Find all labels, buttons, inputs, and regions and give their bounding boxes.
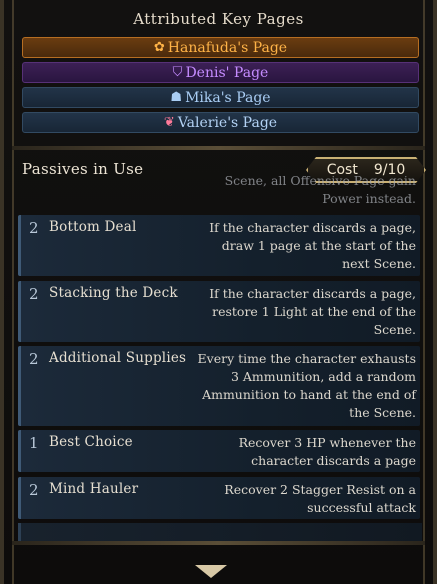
passive-name: Bottom Deal xyxy=(49,219,137,235)
section-divider xyxy=(12,146,425,150)
passive-card-stacking-the-deck[interactable]: 2 Stacking the Deck If the character dis… xyxy=(18,281,420,342)
passive-name: Mind Hauler xyxy=(49,481,139,497)
attributed-key-pages-title: Attributed Key Pages xyxy=(133,10,304,28)
shield-emblem-icon: ⛉ xyxy=(172,65,183,80)
passive-cost: 1 xyxy=(29,434,39,452)
key-page-hanafuda[interactable]: ✿ Hanafuda's Page xyxy=(22,37,419,58)
scrolled-passive-desc: Scene, all Offensive Page gain Power ins… xyxy=(224,173,416,206)
passive-card-mind-hauler[interactable]: 2 Mind Hauler Recover 2 Stagger Resist o… xyxy=(18,477,420,519)
flower-emblem-icon: ❦ xyxy=(163,115,175,130)
frame-trim-right xyxy=(423,0,425,584)
passive-description: Recover 3 HP whenever the character disc… xyxy=(238,435,416,468)
key-page-mika[interactable]: ☗ Mika's Page xyxy=(22,87,419,108)
passive-cost: 2 xyxy=(29,481,39,499)
bottom-divider xyxy=(12,541,425,545)
passive-card-partial xyxy=(18,523,422,541)
key-page-label: Denis' Page xyxy=(185,64,269,81)
key-page-denis[interactable]: ⛉ Denis' Page xyxy=(22,62,419,83)
passive-card-bottom-deal[interactable]: 2 Bottom Deal If the character discards … xyxy=(18,215,420,276)
passive-card-best-choice[interactable]: 1 Best Choice Recover 3 HP whenever the … xyxy=(18,430,420,472)
passive-cost: 2 xyxy=(29,285,39,303)
key-page-label: Hanafuda's Page xyxy=(167,39,288,56)
mask-emblem-icon: ☗ xyxy=(170,90,183,105)
passive-name: Stacking the Deck xyxy=(49,285,178,301)
passive-description: If the character discards a page, draw 1… xyxy=(209,220,416,271)
passive-name: Best Choice xyxy=(49,434,133,450)
passive-description: Recover 2 Stagger Resist on a successful… xyxy=(224,482,416,515)
passive-card-additional-supplies[interactable]: 2 Additional Supplies Every time the cha… xyxy=(18,346,420,426)
frame-trim-left xyxy=(12,0,14,584)
passive-description: If the character discards a page, restor… xyxy=(209,286,416,337)
passive-description: Every time the character exhausts 3 Ammu… xyxy=(197,351,416,420)
hanafuda-emblem-icon: ✿ xyxy=(153,40,165,55)
key-page-valerie[interactable]: ❦ Valerie's Page xyxy=(22,112,419,133)
passive-cost: 2 xyxy=(29,350,39,368)
key-page-label: Valerie's Page xyxy=(177,114,278,131)
passive-list[interactable]: Scene, all Offensive Page gain Power ins… xyxy=(18,170,422,535)
scroll-down-arrow-icon[interactable] xyxy=(195,565,227,578)
passive-name: Additional Supplies xyxy=(49,350,187,366)
key-page-label: Mika's Page xyxy=(185,89,271,106)
passive-cost: 2 xyxy=(29,219,39,237)
